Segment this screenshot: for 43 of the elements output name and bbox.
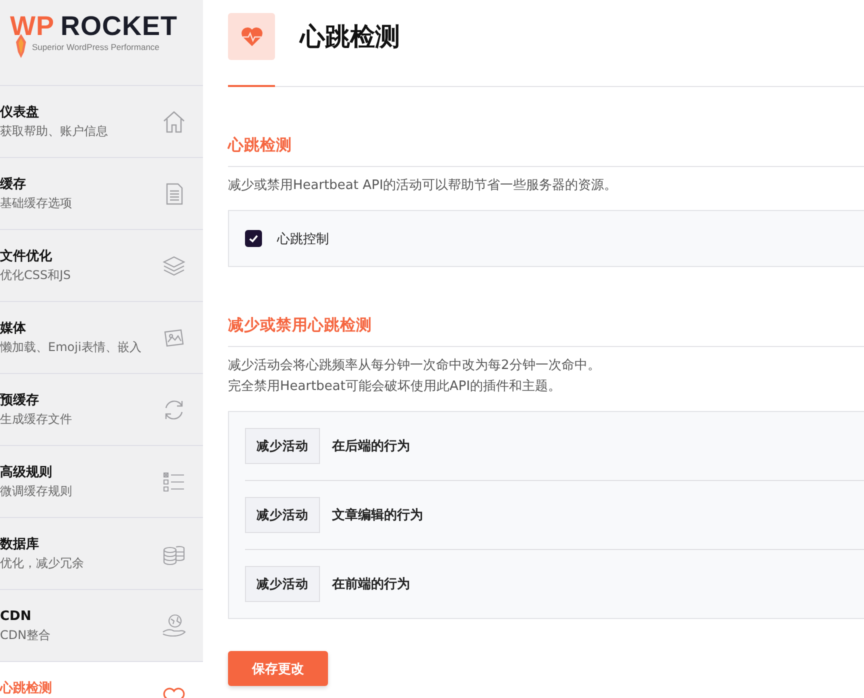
nav-subtitle: CDN整合 [0,626,51,644]
nav-title: 媒体 [0,320,27,338]
section-description: 完全禁用Heartbeat可能会破坏使用此API的插件和主题。 [228,378,562,396]
checkmark-icon [248,233,259,244]
nav-title: 数据库 [0,536,40,554]
option-label: 在后端的行为 [332,438,410,455]
checkbox-label: 心跳控制 [277,230,329,248]
sidebar-item[interactable]: 文件优化 优化CSS和JS [0,230,203,302]
sidebar-item[interactable]: 高级规则 微调缓存规则 [0,446,203,518]
nav-subtitle: 优化CSS和JS [0,266,71,284]
mode-dropdown[interactable]: 减少活动 [245,428,320,464]
nav-subtitle: 基础缓存选项 [0,194,72,212]
logo-wp-text: WP [10,11,54,41]
nav-subtitle: 优化，减少冗余 [0,554,84,572]
mode-dropdown[interactable]: 减少活动 [245,497,320,533]
nav-subtitle: 获取帮助、账户信息 [0,122,108,140]
page-title: 心跳检测 [300,21,400,53]
section-description: 减少活动会将心跳频率从每分钟一次命中改为每2分钟一次命中。 [228,357,602,375]
logo-rocket-text: ROCKET [60,11,178,41]
option-label: 在前端的行为 [332,576,410,593]
nav-title: 高级规则 [0,464,53,482]
sidebar-item[interactable]: 预缓存 生成缓存文件 [0,374,203,446]
nav-subtitle: 懒加载、Emoji表情、嵌入 [0,338,142,356]
sidebar-item[interactable]: 数据库 优化，减少冗余 [0,518,203,590]
heartbeat-icon [240,26,264,48]
section-title: 减少或禁用心跳检测 [228,315,373,336]
section-title: 心跳检测 [228,135,293,156]
logo-tagline: Superior WordPress Performance [32,42,160,52]
checkbox[interactable] [245,230,262,247]
option-label: 文章编辑的行为 [332,506,423,524]
globe-hand-icon [161,612,187,638]
nav-subtitle: 生成缓存文件 [0,410,72,428]
nav-title: 预缓存 [0,392,40,410]
nav-title: 文件优化 [0,248,53,266]
nav-title: 缓存 [0,176,27,194]
rocket-flame-icon [14,34,28,58]
sidebar-item[interactable]: 缓存 基础缓存选项 [0,158,203,230]
mode-dropdown[interactable]: 减少活动 [245,566,320,602]
sidebar-item[interactable]: 媒体 懒加载、Emoji表情、嵌入 [0,302,203,374]
home-icon [161,108,187,134]
nav-subtitle: 微调缓存规则 [0,482,72,500]
nav-title: CDN [0,608,32,626]
section-description: 减少或禁用Heartbeat API的活动可以帮助节省一些服务器的资源。 [228,177,618,195]
